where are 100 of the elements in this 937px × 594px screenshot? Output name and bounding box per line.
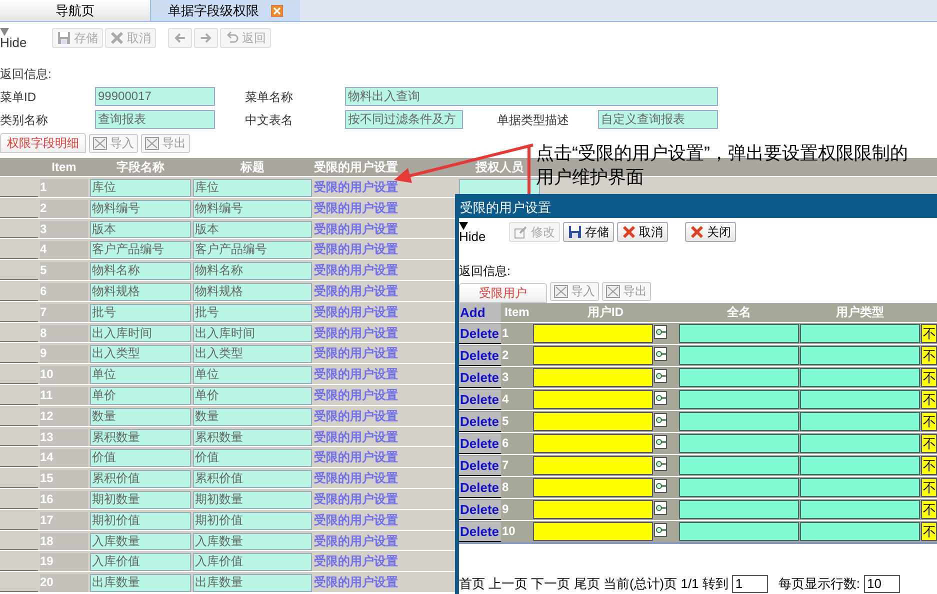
user-settings-link[interactable]: 受限的用户设置	[314, 386, 457, 405]
input-field[interactable]	[679, 390, 799, 409]
toolbar-button[interactable]: 存储	[563, 222, 614, 242]
lookup-icon[interactable]	[654, 325, 668, 339]
delete-link[interactable]: Delete	[459, 522, 501, 542]
input-field[interactable]	[679, 346, 799, 365]
dropdown-field[interactable]: 不	[921, 324, 937, 343]
user-settings-link[interactable]: 受限的用户设置	[314, 200, 457, 218]
input-field[interactable]	[800, 434, 920, 453]
input-field[interactable]	[679, 522, 799, 541]
dropdown-field[interactable]: 不	[921, 434, 937, 453]
tab[interactable]: 权限字段明细	[0, 133, 86, 153]
user-settings-link[interactable]: 受限的用户设置	[314, 470, 457, 488]
user-settings-link[interactable]: 受限的用户设置	[314, 179, 457, 197]
input-field[interactable]	[679, 478, 799, 497]
input-field[interactable]	[533, 346, 653, 365]
input-field[interactable]	[533, 522, 653, 541]
user-settings-link[interactable]: 受限的用户设置	[314, 366, 457, 384]
dropdown-field[interactable]: 不	[921, 390, 937, 409]
input-field[interactable]	[679, 324, 799, 343]
dropdown-field[interactable]: 不	[921, 522, 937, 541]
user-settings-link[interactable]: 受限的用户设置	[314, 532, 457, 550]
hide-toggle[interactable]: Hide	[459, 230, 486, 244]
input-field[interactable]	[533, 368, 653, 387]
lookup-icon[interactable]	[654, 457, 668, 471]
rows-per-page-input[interactable]: 10	[864, 574, 900, 593]
toolbar-button[interactable]: 取消	[617, 222, 668, 242]
user-settings-link[interactable]: 受限的用户设置	[314, 345, 457, 364]
input-field[interactable]	[533, 478, 653, 497]
hide-toggle[interactable]: Hide	[0, 36, 27, 50]
lookup-icon[interactable]	[654, 523, 668, 537]
user-settings-link[interactable]: 受限的用户设置	[314, 553, 457, 572]
dropdown-field[interactable]: 不	[921, 478, 937, 497]
tab[interactable]: 单据字段级权限	[150, 0, 300, 21]
input-field[interactable]	[533, 412, 653, 431]
dropdown-field[interactable]: 不	[921, 412, 937, 431]
tab[interactable]: 导航页	[0, 0, 150, 21]
lookup-icon[interactable]	[654, 435, 668, 449]
field-label: 菜单ID	[0, 88, 37, 106]
user-settings-link[interactable]: 受限的用户设置	[314, 408, 457, 426]
input-field[interactable]	[533, 456, 653, 475]
delete-link[interactable]: Delete	[459, 346, 501, 366]
lookup-icon[interactable]	[654, 501, 668, 515]
user-settings-link[interactable]: 受限的用户设置	[314, 241, 457, 260]
delete-link[interactable]: Delete	[459, 412, 501, 432]
lookup-icon[interactable]	[654, 413, 668, 427]
delete-link[interactable]: Delete	[459, 368, 501, 388]
dropdown-field[interactable]: 不	[921, 346, 937, 365]
user-settings-link[interactable]: 受限的用户设置	[314, 512, 457, 530]
page-input[interactable]: 1	[732, 574, 768, 593]
delete-link[interactable]: Delete	[459, 434, 501, 454]
input-field[interactable]: 按不同过滤条件及方	[345, 110, 463, 129]
add-link[interactable]: Add	[459, 303, 501, 322]
input-field[interactable]	[800, 478, 920, 497]
input-field[interactable]: 查询报表	[95, 110, 215, 129]
user-settings-link[interactable]: 受限的用户设置	[314, 324, 457, 342]
input-field[interactable]	[533, 390, 653, 409]
delete-link[interactable]: Delete	[459, 324, 501, 344]
input-field[interactable]	[533, 324, 653, 343]
user-settings-link[interactable]: 受限的用户设置	[314, 262, 457, 280]
user-settings-link[interactable]: 受限的用户设置	[314, 304, 457, 322]
user-settings-link[interactable]: 受限的用户设置	[314, 220, 457, 238]
input-field[interactable]	[533, 500, 653, 519]
input-field[interactable]	[800, 456, 920, 475]
input-field[interactable]	[800, 522, 920, 541]
dropdown-field[interactable]: 不	[921, 500, 937, 519]
user-settings-link[interactable]: 受限的用户设置	[314, 449, 457, 468]
toolbar-button[interactable]: 关闭	[685, 222, 736, 242]
input-field[interactable]	[679, 500, 799, 519]
user-settings-link[interactable]: 受限的用户设置	[314, 490, 457, 509]
input-field[interactable]	[679, 434, 799, 453]
user-settings-link[interactable]: 受限的用户设置	[314, 282, 457, 301]
input-field[interactable]	[800, 412, 920, 431]
input-field[interactable]	[800, 324, 920, 343]
user-settings-link[interactable]: 受限的用户设置	[314, 574, 457, 592]
lookup-icon[interactable]	[654, 347, 668, 361]
user-settings-link[interactable]: 受限的用户设置	[314, 428, 457, 446]
lookup-icon[interactable]	[654, 479, 668, 493]
delete-link[interactable]: Delete	[459, 456, 501, 476]
close-icon[interactable]	[271, 4, 283, 16]
delete-link[interactable]: Delete	[459, 500, 501, 520]
lookup-icon[interactable]	[654, 369, 668, 383]
input-field[interactable]: 物料出入查询	[345, 87, 718, 106]
input-field[interactable]	[679, 412, 799, 431]
triangle-icon[interactable]	[459, 222, 468, 230]
delete-link[interactable]: Delete	[459, 390, 501, 410]
input-field[interactable]	[800, 500, 920, 519]
input-field[interactable]	[800, 346, 920, 365]
dropdown-field[interactable]: 不	[921, 456, 937, 475]
input-field[interactable]	[679, 456, 799, 475]
lookup-icon[interactable]	[654, 391, 668, 405]
dropdown-field[interactable]: 不	[921, 368, 937, 387]
input-field[interactable]	[800, 390, 920, 409]
input-field[interactable]: 自定义查询报表	[598, 110, 718, 129]
input-field[interactable]: 99900017	[95, 87, 215, 106]
input-field[interactable]	[800, 368, 920, 387]
input-field[interactable]	[679, 368, 799, 387]
delete-link[interactable]: Delete	[459, 478, 501, 498]
input-field[interactable]	[533, 434, 653, 453]
tab[interactable]: 受限用户	[459, 282, 547, 302]
